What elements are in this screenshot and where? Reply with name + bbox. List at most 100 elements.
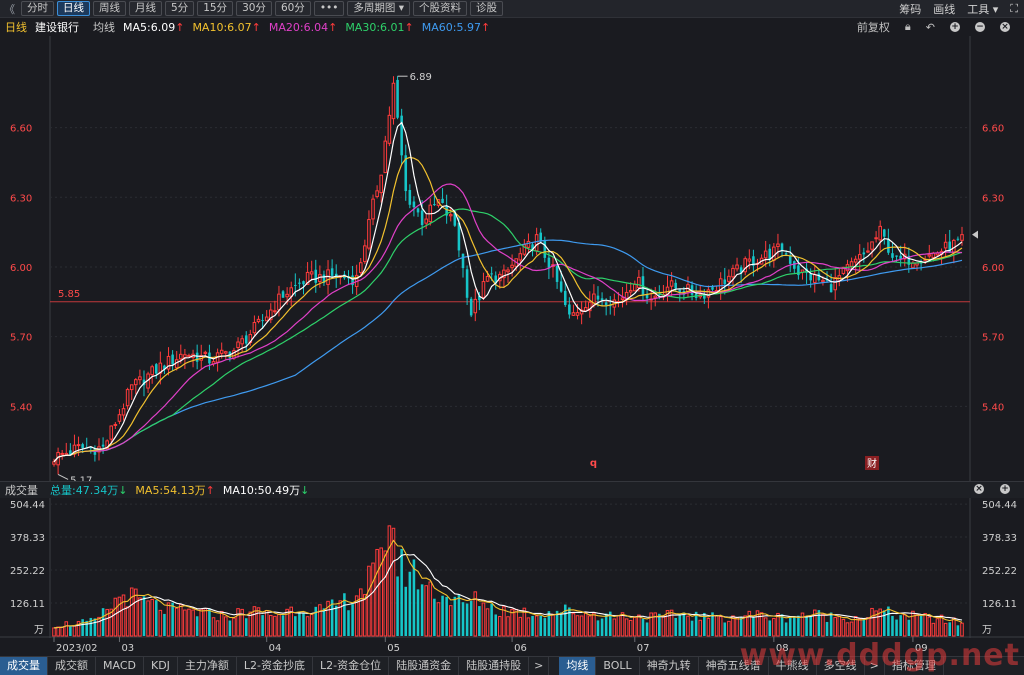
bottom-tab-4[interactable]: 主力净额	[178, 657, 237, 675]
toolbar-right-item-0[interactable]: 筹码	[899, 1, 921, 17]
toolbar-right-item-1[interactable]: 画线	[933, 1, 955, 17]
volume-bar-206	[895, 619, 898, 636]
period-tab-1[interactable]: 日线	[57, 1, 90, 16]
candle-body-35	[195, 352, 199, 362]
candle-body-204	[887, 238, 890, 253]
candle-body-196	[853, 258, 858, 263]
bottom-tab-12[interactable]: 神奇九转	[640, 657, 699, 675]
bottom-tab-10[interactable]: 均线	[559, 657, 597, 675]
volume-title: 成交量	[5, 484, 38, 497]
volume-bar-222	[960, 622, 964, 637]
volume-bar-188	[821, 613, 825, 637]
candle-body-176	[772, 246, 776, 261]
candle-body-221	[956, 238, 960, 240]
bottom-tab-7[interactable]: 陆股通资金	[389, 657, 460, 675]
candle-body-57	[285, 293, 289, 298]
close-icon[interactable]: ×	[1000, 22, 1010, 32]
candle-body-41	[219, 349, 224, 354]
toolbar-right-item-2[interactable]: 工具 ▾	[967, 1, 998, 17]
bottom-tab-6[interactable]: L2-资金仓位	[313, 657, 390, 675]
volume-bar-2	[60, 626, 64, 637]
candle-body-174	[763, 250, 768, 259]
bottom-tab-0[interactable]: 成交量	[0, 657, 48, 675]
volume-bar-29	[171, 602, 174, 636]
toolbar-right-item-3[interactable]: ⛶	[1010, 2, 1018, 16]
bottom-tab-13[interactable]: 神奇五线谱	[699, 657, 769, 675]
volume-bar-209	[907, 619, 911, 636]
volume-bar-44	[232, 617, 236, 637]
volume-bar-154	[682, 612, 686, 636]
volume-bar-130	[583, 612, 588, 637]
zoom-in-icon[interactable]: +	[950, 22, 960, 32]
volume-bar-167	[735, 617, 739, 637]
bottom-tab-17[interactable]: 指标管理	[885, 657, 944, 675]
volume-bar-216	[935, 618, 940, 637]
period-tab-8[interactable]: •••	[313, 1, 345, 16]
volume-bar-97	[448, 605, 453, 637]
candle-body-124	[559, 281, 563, 292]
volume-bar-91	[424, 585, 428, 637]
double-chevron-left-icon[interactable]: 《	[4, 1, 18, 17]
indicator-type[interactable]: 均线	[93, 19, 115, 35]
candle-body-7	[81, 444, 84, 449]
lock-icon[interactable]: 🔒︎	[905, 20, 911, 34]
bottom-tab-9[interactable]: >	[529, 657, 550, 675]
candle-body-167	[735, 264, 739, 270]
stock-name[interactable]: 建设银行	[35, 19, 79, 35]
period-tab-2[interactable]: 周线	[93, 1, 126, 16]
candle-body-198	[862, 252, 866, 255]
add-indicator-icon[interactable]: +	[1000, 484, 1010, 494]
bottom-tab-3[interactable]: KDJ	[144, 657, 178, 675]
volume-bar-42	[224, 616, 228, 637]
volume-bar-90	[420, 584, 424, 636]
volume-bar-88	[412, 559, 416, 636]
bottom-tab-5[interactable]: L2-资金抄底	[237, 657, 314, 675]
volume-bar-86	[404, 586, 408, 636]
volume-bar-113	[514, 608, 518, 637]
candlestick-chart[interactable]: 6.60 6.60 6.30 6.30 6.00 6.00 5.70 5.70 5.40 5.40…	[0, 36, 1024, 481]
candle-body-24	[150, 366, 154, 376]
bottom-tab-14[interactable]: 牛熊线	[769, 657, 817, 675]
candle-body-161	[711, 287, 714, 290]
bottom-tab-11[interactable]: BOLL	[596, 657, 640, 675]
bottom-tab-2[interactable]: MACD	[96, 657, 144, 675]
undo-icon[interactable]: ↶	[926, 21, 935, 34]
bottom-tab-15[interactable]: 多空线	[817, 657, 865, 675]
volume-bar-85	[400, 548, 403, 636]
candle-body-177	[776, 243, 780, 248]
period-tab-5[interactable]: 15分	[197, 1, 234, 16]
close-volume-icon[interactable]: ×	[974, 484, 984, 494]
candle-body-111	[506, 269, 510, 273]
volume-bar-5	[72, 625, 77, 637]
volume-bar-145	[645, 622, 649, 636]
volume-bar-117	[531, 615, 534, 636]
bottom-tab-16[interactable]: >	[865, 657, 885, 675]
candle-body-188	[821, 279, 825, 283]
volume-bar-32	[183, 609, 187, 637]
bottom-tab-8[interactable]: 陆股通持股	[459, 657, 530, 675]
volume-bar-198	[862, 618, 866, 636]
volume-unit-right: 万	[982, 625, 992, 636]
candle-body-88	[412, 201, 416, 208]
period-tab-11[interactable]: 诊股	[470, 1, 504, 16]
volume-chart[interactable]: 504.44 504.44 378.33 378.33 252.22 252.22 126.…	[0, 498, 1024, 656]
volume-bar-39	[211, 617, 216, 637]
restore-rights-button[interactable]: 前复权	[857, 19, 890, 35]
volume-bar-72	[347, 610, 350, 636]
x-label-5: 07	[637, 643, 650, 654]
period-tab-9[interactable]: 多周期图 ▾	[347, 1, 411, 16]
candle-body-32	[183, 354, 187, 359]
period-tab-7[interactable]: 60分	[274, 1, 311, 16]
zoom-out-icon[interactable]: −	[975, 22, 985, 32]
period-tab-6[interactable]: 30分	[236, 1, 272, 16]
period-tab-3[interactable]: 月线	[129, 1, 162, 16]
candle-body-95	[441, 198, 444, 203]
volume-bar-120	[543, 618, 547, 636]
period-tab-4[interactable]: 5分	[165, 1, 195, 16]
volume-bar-146	[649, 612, 653, 637]
bottom-tab-1[interactable]: 成交额	[48, 657, 96, 675]
period-tab-0[interactable]: 分时	[21, 1, 54, 16]
candle-body-180	[788, 255, 792, 264]
period-tab-10[interactable]: 个股资料	[413, 1, 468, 16]
x-label-3: 05	[387, 643, 400, 654]
